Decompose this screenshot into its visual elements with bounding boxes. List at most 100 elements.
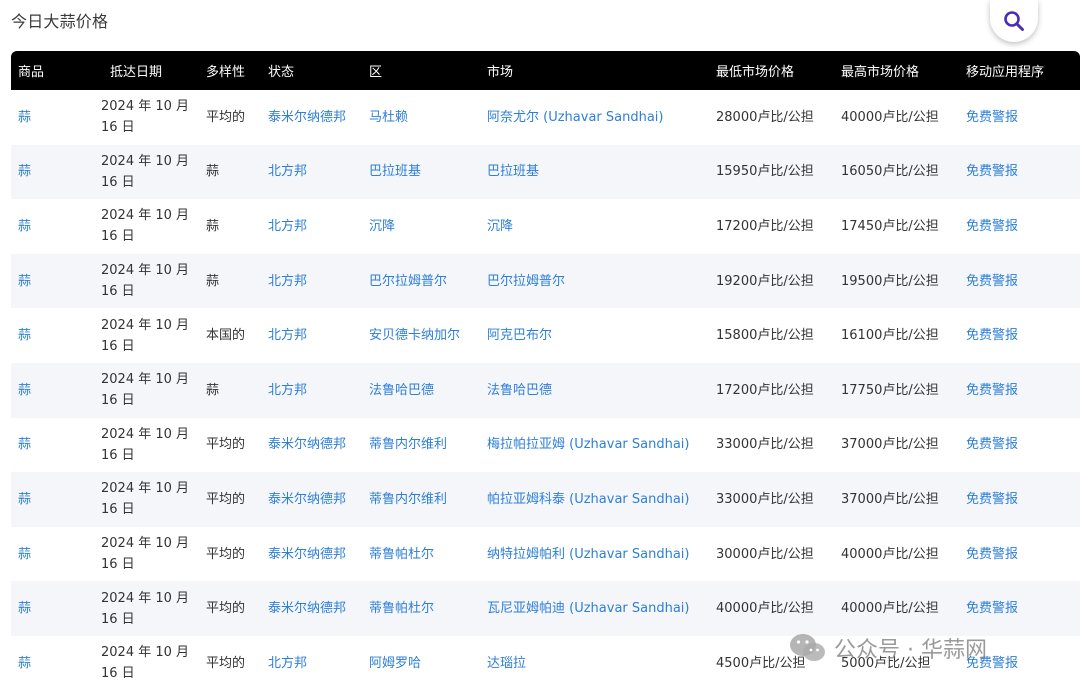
cell-min-price-container: 33000卢比/公担 (708, 417, 833, 473)
cell-free-alert-link-container: 免费警报 (958, 362, 1080, 418)
cell-min-price: 30000卢比/公担 (716, 546, 814, 562)
cell-market[interactable]: 帕拉亚姆科泰 (Uzhavar Sandhai) (478, 489, 708, 510)
cell-variety-container: 平均的 (198, 581, 260, 636)
cell-variety-container: 本国的 (198, 308, 260, 363)
table-body: 蒜 2024 年 10 月 16 日平均的 泰米尔纳德邦 马杜赖 阿奈尤尔 (Uzhav… (11, 90, 1080, 691)
cell-arrival-date: 2024 年 10 月 16 日 (101, 208, 190, 245)
cell-commodity[interactable]: 蒜 (11, 489, 101, 510)
cell-district-container: 巴拉班基 (360, 144, 478, 200)
cell-arrival-date: 2024 年 10 月 16 日 (101, 99, 190, 136)
cell-commodity[interactable]: 蒜 (11, 216, 101, 237)
cell-state-container: 北方邦 (260, 362, 360, 418)
cell-arrival-date: 2024 年 10 月 16 日 (101, 590, 190, 627)
cell-state[interactable]: 北方邦 (260, 271, 360, 292)
cell-commodity[interactable]: 蒜 (11, 434, 101, 455)
cell-variety: 平均的 (206, 491, 246, 507)
cell-state[interactable]: 北方邦 (260, 380, 360, 401)
table-header-row: 商品 抵达日期 多样性 状态 区 市场 最低市场价格 最高市场价格 移动应用程序 (11, 51, 1080, 90)
cell-arrival-date-container: 2024 年 10 月 16 日 (101, 90, 198, 145)
cell-free-alert-link[interactable]: 免费警报 (958, 489, 1080, 510)
cell-commodity[interactable]: 蒜 (11, 653, 101, 674)
cell-free-alert-link[interactable]: 免费警报 (958, 325, 1080, 346)
cell-free-alert-link[interactable]: 免费警报 (958, 216, 1080, 237)
cell-district[interactable]: 沉降 (360, 216, 478, 237)
cell-free-alert-link[interactable]: 免费警报 (958, 161, 1080, 182)
cell-district-container: 马杜赖 (360, 90, 478, 145)
cell-free-alert-link[interactable]: 免费警报 (958, 653, 1080, 674)
cell-free-alert-link[interactable]: 免费警报 (958, 434, 1080, 455)
cell-commodity-container: 蒜 (11, 199, 101, 254)
page-title: 今日大蒜价格 (11, 12, 109, 31)
cell-district[interactable]: 巴拉班基 (360, 161, 478, 182)
cell-district-container: 阿姆罗哈 (360, 635, 478, 691)
cell-market[interactable]: 达瑙拉 (478, 653, 708, 674)
cell-market[interactable]: 阿克巴布尔 (478, 325, 708, 346)
cell-state[interactable]: 泰米尔纳德邦 (260, 489, 360, 510)
cell-commodity[interactable]: 蒜 (11, 271, 101, 292)
cell-district[interactable]: 蒂鲁内尔维利 (360, 489, 478, 510)
cell-min-price: 19200卢比/公担 (716, 273, 814, 289)
cell-max-price-container: 37000卢比/公担 (833, 417, 958, 473)
cell-commodity[interactable]: 蒜 (11, 380, 101, 401)
cell-variety: 蒜 (206, 164, 220, 180)
cell-arrival-date: 2024 年 10 月 16 日 (101, 481, 190, 518)
cell-min-price-container: 28000卢比/公担 (708, 90, 833, 145)
cell-min-price: 15950卢比/公担 (716, 164, 814, 180)
cell-variety: 平均的 (206, 601, 246, 617)
cell-market[interactable]: 法鲁哈巴德 (478, 380, 708, 401)
cell-free-alert-link[interactable]: 免费警报 (958, 107, 1080, 128)
cell-commodity[interactable]: 蒜 (11, 161, 101, 182)
cell-state[interactable]: 泰米尔纳德邦 (260, 434, 360, 455)
cell-district[interactable]: 法鲁哈巴德 (360, 380, 478, 401)
cell-district[interactable]: 蒂鲁内尔维利 (360, 434, 478, 455)
cell-district-container: 蒂鲁内尔维利 (360, 472, 478, 527)
table-row: 蒜 2024 年 10 月 16 日平均的 泰米尔纳德邦 蒂鲁帕杜尔 纳特拉姆帕利 (U… (11, 526, 1080, 582)
cell-state-container: 泰米尔纳德邦 (260, 90, 360, 145)
cell-free-alert-link[interactable]: 免费警报 (958, 271, 1080, 292)
cell-market-container: 达瑙拉 (478, 635, 708, 691)
header-variety: 多样性 (206, 65, 246, 80)
cell-district[interactable]: 蒂鲁帕杜尔 (360, 598, 478, 619)
cell-commodity[interactable]: 蒜 (11, 107, 101, 128)
cell-market[interactable]: 巴拉班基 (478, 161, 708, 182)
cell-state[interactable]: 北方邦 (260, 216, 360, 237)
cell-state[interactable]: 泰米尔纳德邦 (260, 544, 360, 565)
cell-district[interactable]: 马杜赖 (360, 107, 478, 128)
cell-state[interactable]: 北方邦 (260, 325, 360, 346)
cell-state[interactable]: 北方邦 (260, 161, 360, 182)
cell-market[interactable]: 阿奈尤尔 (Uzhavar Sandhai) (478, 107, 708, 128)
cell-market[interactable]: 梅拉帕拉亚姆 (Uzhavar Sandhai) (478, 434, 708, 455)
cell-state-container: 北方邦 (260, 199, 360, 254)
cell-market-container: 沉降 (478, 199, 708, 254)
cell-market[interactable]: 巴尔拉姆普尔 (478, 271, 708, 292)
cell-variety: 蒜 (206, 382, 220, 398)
cell-variety-container: 蒜 (198, 362, 260, 418)
search-button[interactable] (990, 0, 1038, 42)
cell-commodity[interactable]: 蒜 (11, 598, 101, 619)
cell-commodity[interactable]: 蒜 (11, 544, 101, 565)
cell-market[interactable]: 瓦尼亚姆帕迪 (Uzhavar Sandhai) (478, 598, 708, 619)
cell-arrival-date-container: 2024 年 10 月 16 日 (101, 253, 198, 309)
header-max-price: 最高市场价格 (841, 65, 920, 80)
cell-arrival-date: 2024 年 10 月 16 日 (101, 317, 190, 354)
cell-market[interactable]: 沉降 (478, 216, 708, 237)
cell-district[interactable]: 蒂鲁帕杜尔 (360, 544, 478, 565)
cell-district[interactable]: 巴尔拉姆普尔 (360, 271, 478, 292)
cell-arrival-date-container: 2024 年 10 月 16 日 (101, 417, 198, 473)
cell-commodity[interactable]: 蒜 (11, 325, 101, 346)
cell-state[interactable]: 北方邦 (260, 653, 360, 674)
cell-free-alert-link[interactable]: 免费警报 (958, 544, 1080, 565)
cell-market-container: 阿奈尤尔 (Uzhavar Sandhai) (478, 90, 708, 145)
cell-free-alert-link[interactable]: 免费警报 (958, 598, 1080, 619)
cell-district[interactable]: 阿姆罗哈 (360, 653, 478, 674)
table-row: 蒜 2024 年 10 月 16 日本国的 北方邦 安贝德卡纳加尔 阿克巴布尔 15800… (11, 308, 1080, 363)
cell-state[interactable]: 泰米尔纳德邦 (260, 107, 360, 128)
cell-free-alert-link-container: 免费警报 (958, 526, 1080, 582)
cell-district[interactable]: 安贝德卡纳加尔 (360, 325, 478, 346)
cell-variety: 本国的 (206, 328, 246, 344)
cell-variety-container: 平均的 (198, 526, 260, 582)
cell-free-alert-link[interactable]: 免费警报 (958, 380, 1080, 401)
cell-market[interactable]: 纳特拉姆帕利 (Uzhavar Sandhai) (478, 544, 708, 565)
table-row: 蒜 2024 年 10 月 16 日蒜北方邦 法鲁哈巴德 法鲁哈巴德 17200卢比/公… (11, 362, 1080, 418)
cell-state[interactable]: 泰米尔纳德邦 (260, 598, 360, 619)
